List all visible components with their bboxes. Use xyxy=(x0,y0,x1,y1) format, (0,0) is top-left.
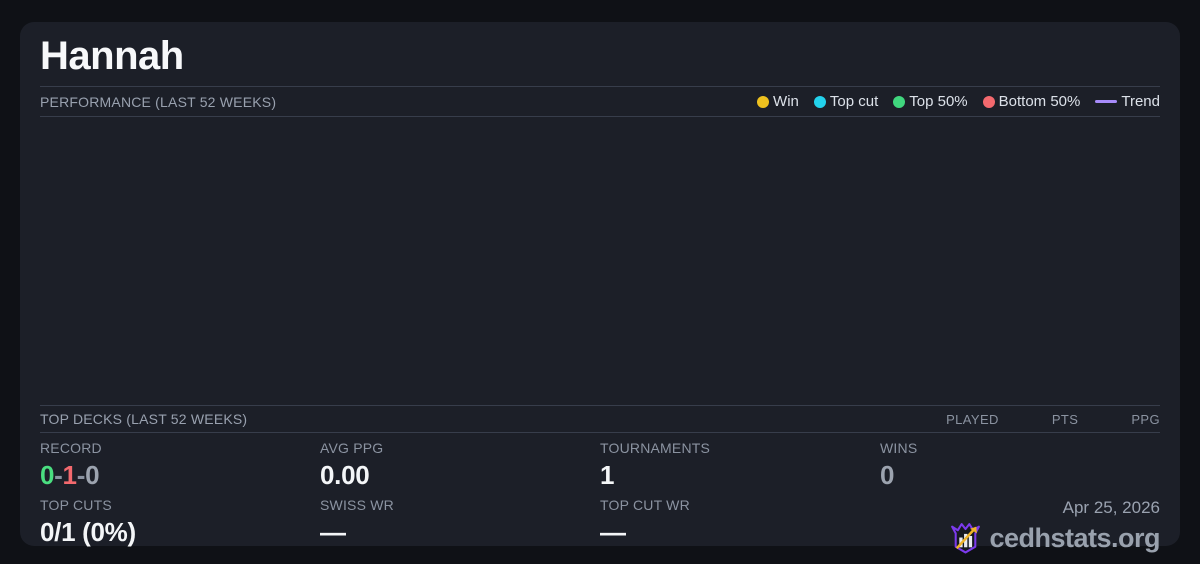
footer: Apr 25, 2026 cedhstats.org xyxy=(880,497,1160,554)
stat-top-cut-wr: TOP CUT WR — xyxy=(600,497,880,554)
stat-label: SWISS WR xyxy=(320,497,394,513)
stat-avg-ppg: AVG PPG 0.00 xyxy=(320,440,600,497)
player-stats-card: Hannah PERFORMANCE (LAST 52 WEEKS) Win T… xyxy=(20,22,1180,554)
chart-legend: Win Top cut Top 50% Bottom 50% Trend xyxy=(757,93,1160,110)
top-cut-wr-value: — xyxy=(600,517,626,547)
page-title: Hannah xyxy=(40,34,184,78)
top-cut-dot-icon xyxy=(813,95,826,108)
performance-heading: PERFORMANCE (LAST 52 WEEKS) xyxy=(40,93,277,110)
record-value: 0-1-0 xyxy=(40,460,320,491)
performance-chart-area xyxy=(40,117,1160,405)
stat-wins: WINS 0 xyxy=(880,440,1160,497)
win-dot-icon xyxy=(757,95,770,108)
column-header-pts: PTS xyxy=(1051,411,1079,427)
legend-label: Top 50% xyxy=(909,93,968,110)
legend-item-top-50[interactable]: Top 50% xyxy=(893,93,968,110)
brand-link[interactable]: cedhstats.org xyxy=(949,521,1160,554)
bottom-50-dot-icon xyxy=(982,95,995,108)
record-wins: 0 xyxy=(40,460,55,490)
stat-label: RECORD xyxy=(40,440,102,456)
stat-label: WINS xyxy=(880,440,918,456)
column-header-ppg: PPG xyxy=(1131,411,1160,427)
top-decks-heading: TOP DECKS (LAST 52 WEEKS) xyxy=(40,411,248,427)
trend-line-icon xyxy=(1095,100,1118,103)
tournaments-value: 1 xyxy=(600,460,615,490)
stat-label: AVG PPG xyxy=(320,440,384,456)
cedhstats-logo-icon xyxy=(951,523,981,554)
stat-tournaments: TOURNAMENTS 1 xyxy=(600,440,880,497)
top-50-dot-icon xyxy=(893,95,906,108)
swiss-wr-value: — xyxy=(320,517,346,547)
record-separator: - xyxy=(76,460,86,490)
card-date: Apr 25, 2026 xyxy=(1062,498,1160,517)
stat-label: TOP CUT WR xyxy=(600,497,690,513)
brand-name: cedhstats.org xyxy=(989,522,1160,553)
record-separator: - xyxy=(54,460,63,490)
top-decks-column-headers: PLAYED PTS PPG xyxy=(946,412,1160,427)
wins-value: 0 xyxy=(880,460,895,490)
stat-label: TOP CUTS xyxy=(40,497,112,513)
legend-label: Top cut xyxy=(829,93,879,110)
legend-label: Trend xyxy=(1121,93,1160,110)
stats-grid: RECORD 0-1-0 AVG PPG 0.00 TOURNAMENTS 1 … xyxy=(40,433,1160,554)
avg-ppg-value: 0.00 xyxy=(320,460,370,490)
record-losses: 1 xyxy=(62,460,77,490)
legend-item-win[interactable]: Win xyxy=(757,93,799,110)
legend-item-trend[interactable]: Trend xyxy=(1095,93,1160,110)
stat-label: TOURNAMENTS xyxy=(600,440,711,456)
column-header-played: PLAYED xyxy=(946,411,999,427)
legend-item-bottom-50[interactable]: Bottom 50% xyxy=(982,93,1081,110)
stat-top-cuts: TOP CUTS 0/1 (0%) xyxy=(40,497,320,554)
record-draws: 0 xyxy=(85,460,100,490)
legend-label: Win xyxy=(773,93,799,110)
stat-record: RECORD 0-1-0 xyxy=(40,440,320,497)
stat-swiss-wr: SWISS WR — xyxy=(320,497,600,554)
legend-item-top-cut[interactable]: Top cut xyxy=(813,93,879,110)
performance-header-strip: PERFORMANCE (LAST 52 WEEKS) Win Top cut … xyxy=(40,86,1160,117)
legend-label: Bottom 50% xyxy=(998,93,1081,110)
top-decks-header-strip: TOP DECKS (LAST 52 WEEKS) PLAYED PTS PPG xyxy=(40,405,1160,433)
top-cuts-value: 0/1 (0%) xyxy=(40,517,136,547)
